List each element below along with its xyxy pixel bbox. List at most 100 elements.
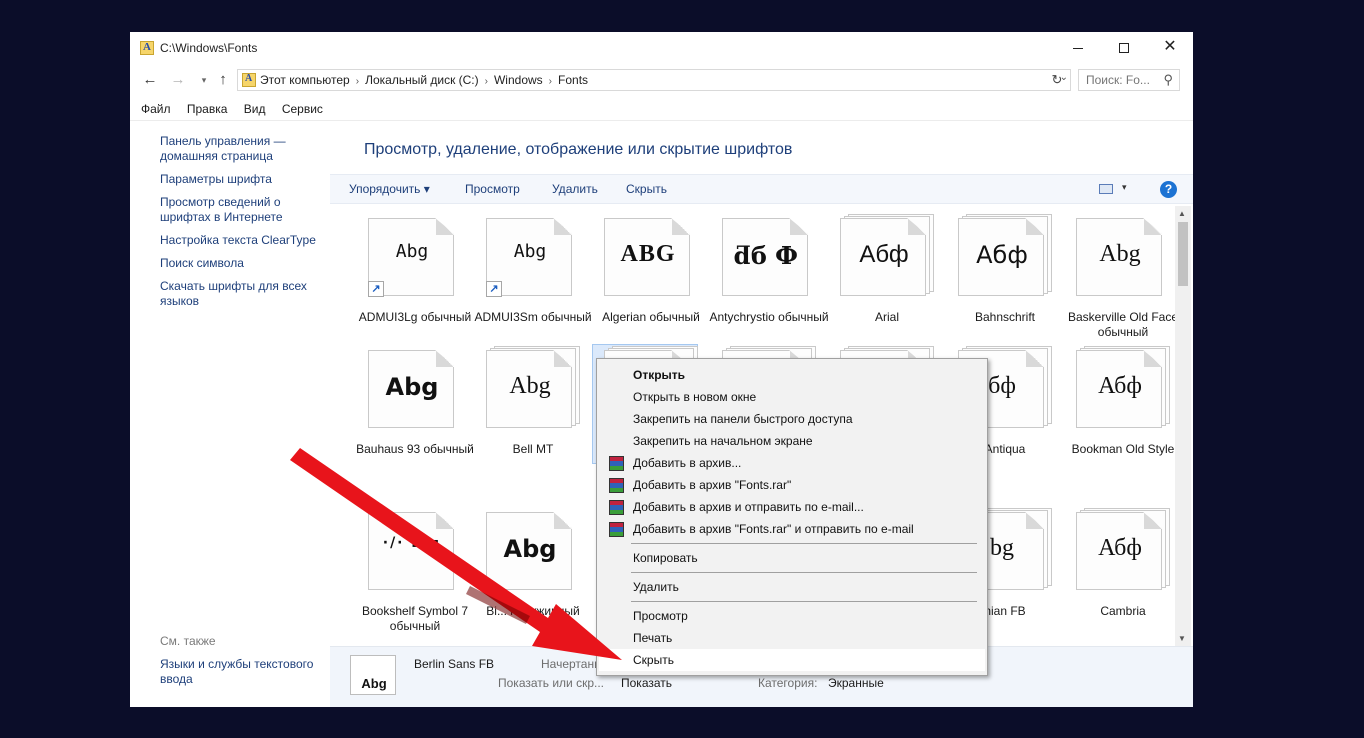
context-menu-item[interactable]: Удалить	[599, 576, 985, 598]
menu-separator	[631, 601, 977, 602]
change-view-icon[interactable]	[1099, 184, 1113, 194]
font-file-icon: ·/· ▪ ▪	[368, 512, 462, 592]
maximize-icon	[1119, 43, 1129, 54]
font-tile[interactable]: Abg Bauhaus 93 обычный	[348, 350, 474, 478]
search-icon[interactable]: ⚲	[1163, 72, 1173, 88]
link-download-fonts[interactable]: Скачать шрифты для всех языков	[160, 279, 330, 309]
link-control-panel-home[interactable]: Панель управления — домашняя страница	[160, 134, 330, 164]
font-page: ƌб Ф	[722, 218, 808, 296]
breadcrumb-separator[interactable]: ›	[356, 76, 359, 87]
font-tile[interactable]: ·/· ▪ ▪ Bookshelf Symbol 7 обычный	[348, 512, 468, 640]
font-tile[interactable]: Абф Bahnschrift	[938, 214, 1052, 346]
context-menu-label: Закрепить на начальном экране	[633, 434, 813, 448]
context-menu-item[interactable]: Закрепить на панели быстрого доступа	[599, 408, 985, 430]
breadcrumb-local-disk[interactable]: Локальный диск (C:)	[365, 73, 479, 87]
details-category-label: Категория:	[758, 676, 818, 690]
link-language-services[interactable]: Языки и службы текстового ввода	[160, 657, 330, 687]
font-file-icon: ABG	[604, 218, 698, 298]
menu-file[interactable]: Файл	[141, 102, 171, 116]
arrow-left-icon: ←	[142, 71, 158, 88]
breadcrumb-this-pc[interactable]: Этот компьютер	[260, 73, 350, 87]
context-menu-label: Печать	[633, 631, 673, 645]
font-name-label: ADMUI3Sm обычный	[474, 310, 592, 324]
font-name-label: Bookshelf Symbol 7 обычный	[361, 604, 469, 633]
breadcrumb-fonts[interactable]: Fonts	[558, 73, 588, 87]
forward-button[interactable]: →	[168, 70, 188, 90]
link-find-character[interactable]: Поиск символа	[160, 256, 330, 271]
link-font-settings[interactable]: Параметры шрифта	[160, 172, 330, 187]
font-page: ·/· ▪ ▪	[368, 512, 454, 590]
arrow-up-icon: ↑	[219, 71, 227, 88]
recent-locations-button[interactable]: ▾	[194, 70, 214, 90]
link-cleartype[interactable]: Настройка текста ClearType	[160, 233, 330, 248]
refresh-button[interactable]: ↻	[1048, 71, 1066, 89]
context-menu-item[interactable]: Закрепить на начальном экране	[599, 430, 985, 452]
search-input[interactable]	[1086, 73, 1156, 87]
font-name-label: ADMUI3Lg обычный	[358, 310, 472, 324]
delete-button[interactable]: Удалить	[552, 182, 598, 196]
font-tile[interactable]: Abg ↗ ADMUI3Sm обычный	[466, 218, 592, 346]
breadcrumb-windows[interactable]: Windows	[494, 73, 543, 87]
minimize-button[interactable]	[1055, 32, 1101, 62]
context-menu-item[interactable]: Добавить в архив "Fonts.rar" и отправить…	[599, 518, 985, 540]
font-name-label: Algerian обычный	[602, 310, 700, 324]
menu-tools[interactable]: Сервис	[282, 102, 323, 116]
scroll-down-icon[interactable]: ▼	[1178, 634, 1186, 643]
context-menu-item[interactable]: Добавить в архив "Fonts.rar"	[599, 474, 985, 496]
font-tile[interactable]: Абф Arial	[820, 214, 934, 346]
font-name-label: Bookman Old Style	[1071, 442, 1175, 456]
font-tile[interactable]: Абф Bookman Old Style	[1056, 346, 1174, 478]
font-tile[interactable]: Abg Bell MT	[466, 346, 580, 478]
search-box[interactable]: ⚲	[1078, 69, 1180, 91]
font-tile[interactable]: ABG Algerian обычный	[584, 218, 700, 346]
vertical-scrollbar[interactable]: ▲ ▼	[1175, 206, 1191, 646]
maximize-button[interactable]	[1101, 32, 1147, 62]
context-menu-item[interactable]: Печать	[599, 627, 985, 649]
context-menu-label: Добавить в архив...	[633, 456, 742, 470]
context-menu-item[interactable]: Просмотр	[599, 605, 985, 627]
address-bar[interactable]: Этот компьютер › Локальный диск (C:) › Windo…	[237, 69, 1071, 91]
organize-button[interactable]: Упорядочить ▾	[349, 182, 430, 196]
scrollbar-thumb[interactable]	[1178, 222, 1188, 286]
font-tile[interactable]: ƌб Ф Antychrystio обычный	[702, 218, 829, 346]
font-page: Abg	[1076, 218, 1162, 296]
context-menu-item[interactable]: Добавить в архив и отправить по e-mail..…	[599, 496, 985, 518]
breadcrumb-separator[interactable]: ›	[549, 76, 552, 87]
up-button[interactable]: ↑	[213, 70, 233, 90]
context-menu-label: Просмотр	[633, 609, 688, 623]
context-menu-item[interactable]: Открыть	[599, 364, 985, 386]
font-tile[interactable]: Abg ↗ ADMUI3Lg обычный	[348, 218, 471, 346]
breadcrumb-separator[interactable]: ›	[485, 76, 488, 87]
context-menu-item[interactable]: Скрыть	[599, 649, 985, 671]
font-tile[interactable]: Abg Bi... полужирный	[466, 512, 580, 640]
back-button[interactable]: ←	[140, 70, 160, 90]
see-also-label: См. также	[160, 634, 216, 648]
font-sample-text: ABG	[620, 241, 676, 267]
details-font-thumbnail: Abg	[350, 655, 396, 695]
help-icon[interactable]: ?	[1160, 181, 1177, 198]
minimize-icon	[1073, 47, 1083, 49]
command-bar: Упорядочить ▾ Просмотр Удалить Скрыть ▾ …	[330, 174, 1193, 204]
fonts-folder-icon	[242, 73, 256, 87]
context-menu-item[interactable]: Копировать	[599, 547, 985, 569]
scroll-up-icon[interactable]: ▲	[1178, 209, 1186, 218]
shortcut-arrow-icon: ↗	[486, 281, 502, 297]
font-file-icon: Abg	[368, 350, 462, 430]
font-page: Абф	[1076, 350, 1162, 428]
preview-button[interactable]: Просмотр	[465, 182, 520, 196]
close-button[interactable]: ✕	[1147, 32, 1193, 62]
menu-edit[interactable]: Правка	[187, 102, 228, 116]
font-tile[interactable]: Абф Cambria	[1056, 508, 1170, 640]
link-font-info-online[interactable]: Просмотр сведений о шрифтах в Интернете	[160, 195, 330, 225]
font-tile[interactable]: Abg Baskerville Old Face обычный	[1056, 218, 1178, 346]
menu-bar: Файл Правка Вид Сервис	[141, 102, 336, 116]
menu-separator	[631, 572, 977, 573]
chevron-down-icon: ▾	[423, 182, 430, 196]
menu-view[interactable]: Вид	[244, 102, 266, 116]
view-options-icon[interactable]: ▾	[1122, 182, 1127, 193]
font-sample-text: ·/· ▪ ▪	[382, 535, 442, 551]
context-menu-label: Открыть	[633, 368, 686, 382]
hide-button[interactable]: Скрыть	[626, 182, 667, 196]
context-menu-item[interactable]: Добавить в архив...	[599, 452, 985, 474]
context-menu-item[interactable]: Открыть в новом окне	[599, 386, 985, 408]
